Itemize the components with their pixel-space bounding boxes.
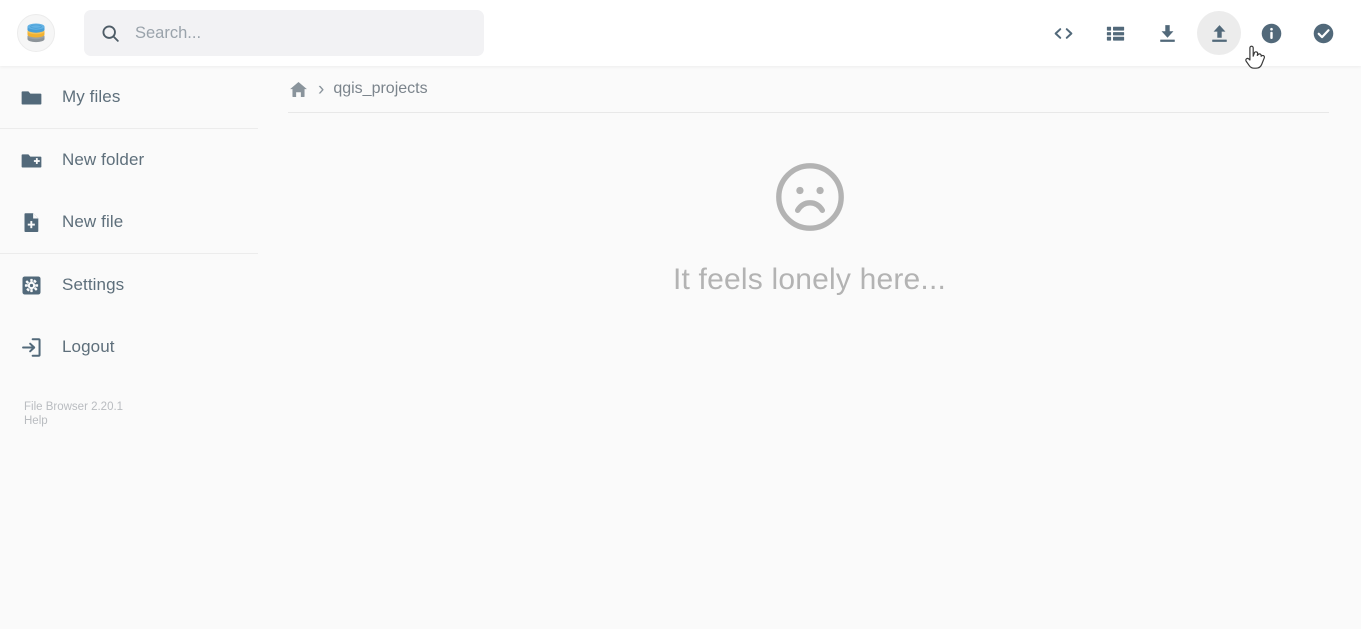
help-link[interactable]: Help — [24, 414, 123, 428]
gear-icon — [18, 272, 44, 298]
sidebar-item-label: Settings — [62, 275, 125, 294]
upload-button[interactable] — [1197, 11, 1241, 55]
empty-state: It feels lonely here... — [258, 158, 1361, 297]
breadcrumb-separator: › — [318, 78, 325, 100]
app-logo[interactable] — [17, 14, 55, 52]
folder-icon — [18, 84, 44, 110]
check-circle-icon — [1313, 23, 1333, 43]
app-version: File Browser 2.20.1 — [24, 401, 124, 413]
sidebar-item-label: New folder — [62, 150, 145, 169]
toggle-shell-button[interactable] — [1041, 11, 1085, 55]
file-browser-app: My files New folder — [0, 0, 1361, 629]
main-content: › qgis_projects It feels lonely here... — [258, 66, 1361, 629]
sidebar-item-logout[interactable]: Logout — [0, 316, 258, 378]
home-icon[interactable] — [288, 79, 309, 100]
switch-view-button[interactable] — [1093, 11, 1137, 55]
download-button[interactable] — [1145, 11, 1189, 55]
breadcrumb-divider — [288, 112, 1329, 113]
sidebar-item-new-folder[interactable]: New folder — [0, 129, 258, 191]
code-brackets-icon — [1054, 27, 1072, 39]
sidebar-item-settings[interactable]: Settings — [0, 254, 258, 316]
file-plus-icon — [18, 209, 44, 235]
upload-icon — [1211, 24, 1227, 42]
sidebar: My files New folder New file Settings Lo… — [0, 66, 258, 629]
sidebar-footer: File Browser 2.20.1 Help — [24, 400, 123, 428]
sidebar-item-label: My files — [62, 87, 121, 106]
database-stack-logo-icon — [27, 23, 45, 43]
info-circle-icon — [1261, 23, 1281, 43]
header-actions — [1041, 11, 1345, 55]
breadcrumb-item-qgis-projects[interactable]: qgis_projects — [333, 80, 427, 98]
app-header — [0, 0, 1361, 66]
logout-icon — [18, 334, 44, 360]
sad-face-icon — [771, 158, 849, 241]
folder-plus-icon — [18, 147, 44, 173]
sidebar-item-label: New file — [62, 212, 124, 231]
breadcrumb: › qgis_projects — [258, 66, 1361, 112]
search-icon — [100, 23, 121, 44]
sidebar-item-my-files[interactable]: My files — [0, 66, 258, 128]
sidebar-item-label: Logout — [62, 337, 115, 356]
search-bar[interactable] — [84, 10, 484, 56]
sidebar-item-new-file[interactable]: New file — [0, 191, 258, 253]
search-input[interactable] — [135, 23, 435, 43]
download-icon — [1159, 24, 1175, 42]
select-multiple-button[interactable] — [1301, 11, 1345, 55]
file-info-button[interactable] — [1249, 11, 1293, 55]
empty-state-message: It feels lonely here... — [672, 263, 947, 296]
list-view-icon — [1106, 26, 1124, 41]
